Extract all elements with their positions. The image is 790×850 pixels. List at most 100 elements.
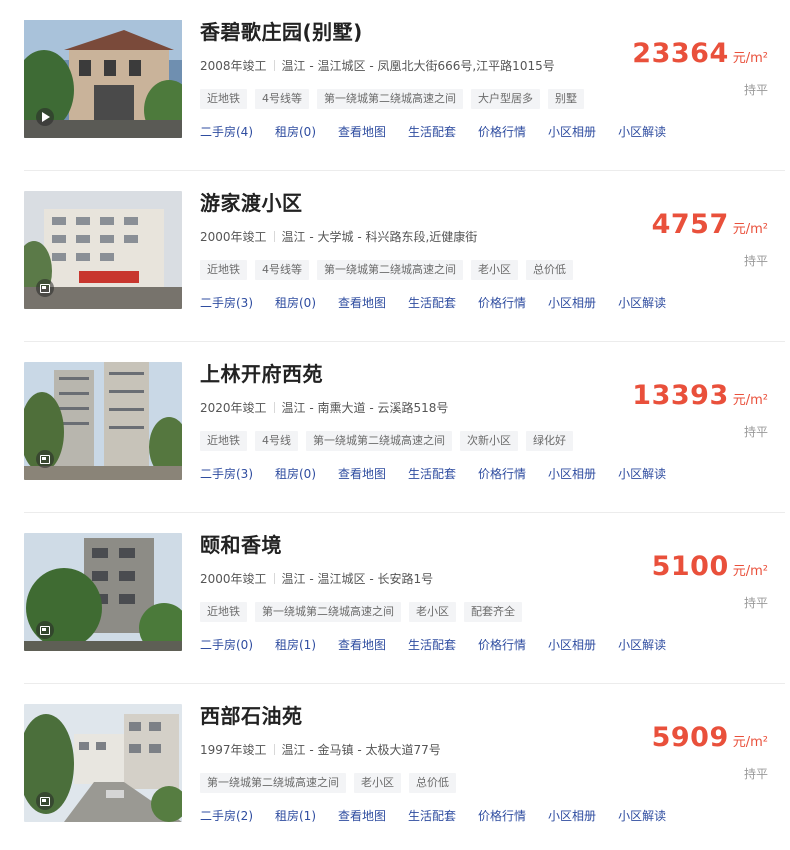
community-item: 颐和香境 2000年竣工 温江 - 温江城区 - 长安路1号 近地铁 第一绕城第二…	[0, 513, 790, 684]
feature-tag: 近地铁	[200, 89, 247, 109]
analysis-link[interactable]: 小区解读	[618, 123, 666, 140]
view-map-link[interactable]: 查看地图	[338, 465, 386, 482]
price-unit: 元/m²	[732, 393, 768, 408]
feature-tag: 总价低	[409, 773, 456, 793]
amenities-link[interactable]: 生活配套	[408, 123, 456, 140]
unit-price: 13393	[632, 380, 729, 411]
second-hand-link[interactable]: 二手房(3)	[200, 294, 253, 311]
feature-tag: 大户型居多	[471, 89, 540, 109]
price-trend: 持平	[743, 425, 768, 439]
album-icon[interactable]	[36, 450, 54, 468]
price-block: 5100 元/m²	[652, 551, 768, 582]
feature-tag: 第一绕城第二绕城高速之间	[255, 602, 401, 622]
view-map-link[interactable]: 查看地图	[338, 294, 386, 311]
play-icon[interactable]	[36, 108, 54, 126]
feature-tag: 4号线等	[255, 260, 309, 280]
completion-year: 1997年竣工	[200, 743, 267, 757]
analysis-link[interactable]: 小区解读	[618, 636, 666, 653]
community-title[interactable]: 西部石油苑	[200, 700, 303, 729]
badge-glyph	[42, 112, 50, 122]
rent-link[interactable]: 租房(1)	[275, 636, 316, 653]
rent-link[interactable]: 租房(1)	[275, 807, 316, 824]
tag-list: 近地铁 4号线等 第一绕城第二绕城高速之间 大户型居多 别墅	[200, 89, 584, 109]
price-block: 4757 元/m²	[652, 209, 768, 240]
amenities-link[interactable]: 生活配套	[408, 465, 456, 482]
album-icon[interactable]	[36, 792, 54, 810]
community-item: 上林开府西苑 2020年竣工 温江 - 南熏大道 - 云溪路518号 近地铁 4号…	[0, 342, 790, 513]
feature-tag: 近地铁	[200, 602, 247, 622]
tag-list: 近地铁 第一绕城第二绕城高速之间 老小区 配套齐全	[200, 602, 522, 622]
community-item: 游家渡小区 2000年竣工 温江 - 大学城 - 科兴路东段,近健康街 近地铁 4…	[0, 171, 790, 342]
amenities-link[interactable]: 生活配套	[408, 294, 456, 311]
rent-link[interactable]: 租房(0)	[275, 123, 316, 140]
album-link[interactable]: 小区相册	[548, 465, 596, 482]
album-icon[interactable]	[36, 279, 54, 297]
feature-tag: 老小区	[409, 602, 456, 622]
album-link[interactable]: 小区相册	[548, 123, 596, 140]
second-hand-link[interactable]: 二手房(0)	[200, 636, 253, 653]
feature-tag: 4号线	[255, 431, 298, 451]
community-title[interactable]: 上林开府西苑	[200, 358, 323, 387]
price-block: 23364 元/m²	[632, 38, 768, 69]
community-location: 温江 - 大学城 - 科兴路东段,近健康街	[281, 230, 478, 244]
completion-year: 2000年竣工	[200, 572, 267, 586]
badge-glyph	[40, 625, 50, 635]
album-link[interactable]: 小区相册	[548, 636, 596, 653]
community-location: 温江 - 温江城区 - 长安路1号	[281, 572, 434, 586]
view-map-link[interactable]: 查看地图	[338, 123, 386, 140]
amenities-link[interactable]: 生活配套	[408, 807, 456, 824]
price-trend-link[interactable]: 价格行情	[478, 465, 526, 482]
unit-price: 23364	[632, 38, 729, 69]
feature-tag: 配套齐全	[464, 602, 522, 622]
view-map-link[interactable]: 查看地图	[338, 807, 386, 824]
feature-tag: 老小区	[354, 773, 401, 793]
amenities-link[interactable]: 生活配套	[408, 636, 456, 653]
second-hand-link[interactable]: 二手房(2)	[200, 807, 253, 824]
rent-link[interactable]: 租房(0)	[275, 294, 316, 311]
feature-tag: 近地铁	[200, 260, 247, 280]
community-photo[interactable]	[24, 704, 182, 822]
album-link[interactable]: 小区相册	[548, 807, 596, 824]
badge-glyph	[40, 796, 50, 806]
view-map-link[interactable]: 查看地图	[338, 636, 386, 653]
community-meta: 1997年竣工 温江 - 金马镇 - 太极大道77号	[200, 741, 441, 758]
completion-year: 2000年竣工	[200, 230, 267, 244]
analysis-link[interactable]: 小区解读	[618, 465, 666, 482]
completion-year: 2020年竣工	[200, 401, 267, 415]
community-title[interactable]: 香碧歌庄园(别墅)	[200, 16, 363, 45]
album-icon[interactable]	[36, 621, 54, 639]
community-title[interactable]: 游家渡小区	[200, 187, 303, 216]
community-photo[interactable]	[24, 533, 182, 651]
community-meta: 2020年竣工 温江 - 南熏大道 - 云溪路518号	[200, 399, 448, 416]
price-trend-link[interactable]: 价格行情	[478, 636, 526, 653]
community-item: 香碧歌庄园(别墅) 2008年竣工 温江 - 温江城区 - 凤凰北大街666号,…	[0, 0, 790, 171]
badge-glyph	[40, 454, 50, 464]
tag-list: 近地铁 4号线等 第一绕城第二绕城高速之间 老小区 总价低	[200, 260, 573, 280]
meta-divider	[273, 402, 275, 413]
second-hand-link[interactable]: 二手房(3)	[200, 465, 253, 482]
price-trend-link[interactable]: 价格行情	[478, 294, 526, 311]
analysis-link[interactable]: 小区解读	[618, 294, 666, 311]
feature-tag: 次新小区	[460, 431, 518, 451]
album-link[interactable]: 小区相册	[548, 294, 596, 311]
rent-link[interactable]: 租房(0)	[275, 465, 316, 482]
second-hand-link[interactable]: 二手房(4)	[200, 123, 253, 140]
community-meta: 2008年竣工 温江 - 温江城区 - 凤凰北大街666号,江平路1015号	[200, 57, 555, 74]
feature-tag: 第一绕城第二绕城高速之间	[317, 89, 463, 109]
action-links: 二手房(2) 租房(1) 查看地图 生活配套 价格行情 小区相册 小区解读	[200, 807, 688, 824]
community-photo[interactable]	[24, 191, 182, 309]
community-meta: 2000年竣工 温江 - 温江城区 - 长安路1号	[200, 570, 433, 587]
community-photo[interactable]	[24, 362, 182, 480]
community-photo[interactable]	[24, 20, 182, 138]
community-title[interactable]: 颐和香境	[200, 529, 282, 558]
community-location: 温江 - 温江城区 - 凤凰北大街666号,江平路1015号	[281, 59, 555, 73]
feature-tag: 4号线等	[255, 89, 309, 109]
meta-divider	[273, 573, 275, 584]
analysis-link[interactable]: 小区解读	[618, 807, 666, 824]
price-unit: 元/m²	[732, 222, 768, 237]
price-trend-link[interactable]: 价格行情	[478, 123, 526, 140]
price-trend-link[interactable]: 价格行情	[478, 807, 526, 824]
price-trend: 持平	[743, 83, 768, 97]
unit-price: 4757	[651, 209, 729, 240]
feature-tag: 总价低	[526, 260, 573, 280]
